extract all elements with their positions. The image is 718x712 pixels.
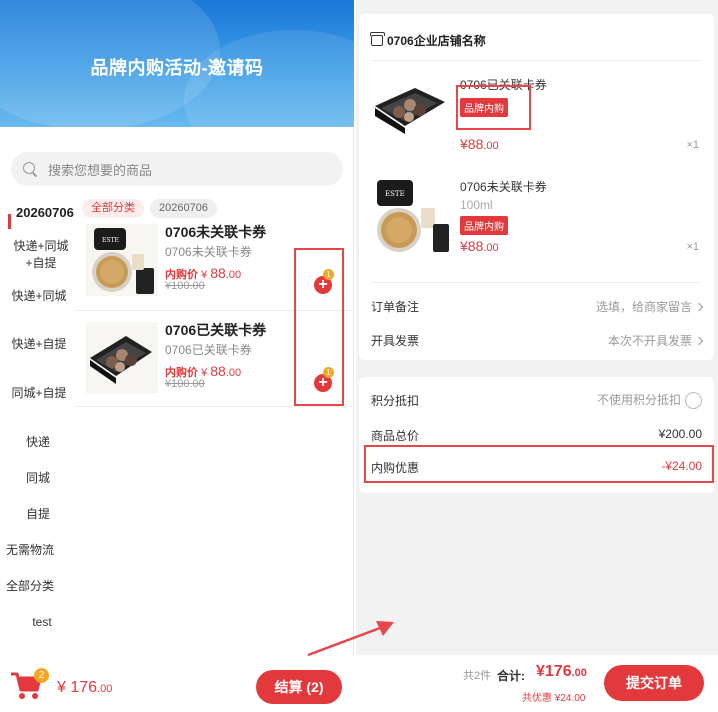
total-label: 商品总价	[371, 429, 420, 443]
category-item-all[interactable]: 全部分类	[0, 578, 68, 595]
search-input[interactable]: 搜索您想要的商品	[11, 152, 343, 186]
category-sidebar: 20260706 快递+同城+自提 快递+同城 快递+自提 同城+自提 快递 同…	[0, 194, 76, 656]
banner-title: 品牌内购活动-邀请码	[90, 58, 264, 78]
submit-order-button[interactable]: 提交订单	[604, 665, 704, 701]
total-row: 商品总价 ¥200.00	[371, 427, 702, 444]
category-item-city-pickup[interactable]: 同城+自提	[8, 385, 70, 402]
price-integer: ¥88	[460, 136, 484, 152]
divider	[371, 60, 702, 61]
category-item-test[interactable]: test	[4, 614, 80, 631]
cart-total: ¥ 176.00	[57, 679, 112, 697]
cushion-compact-image: ESTE	[86, 224, 158, 296]
discount-highlight	[364, 445, 714, 483]
cart-count-badge: 1	[323, 269, 334, 280]
invoice-row[interactable]: 开具发票 本次不开具发票	[371, 332, 704, 349]
eyeshadow-palette-image	[86, 322, 158, 394]
price-decimal: .00	[225, 269, 242, 281]
order-note-input[interactable]: 选填，给商家留言	[596, 300, 692, 314]
chip-20260706[interactable]: 20260706	[150, 199, 217, 218]
checkout-button[interactable]: 结算 (2)	[256, 670, 342, 704]
original-price: ¥100.00	[165, 378, 205, 390]
sum-decimal: .00	[571, 667, 587, 679]
cart-total-integer: ¥ 176	[57, 679, 98, 696]
chip-all-categories[interactable]: 全部分类	[82, 199, 144, 218]
product-subtitle: 0706未关联卡券	[165, 245, 252, 259]
shop-name: 0706企业店铺名称	[387, 34, 486, 48]
category-item-express[interactable]: 快递	[0, 434, 76, 451]
order-item-quantity: ×1	[686, 139, 699, 151]
tag-highlight	[456, 85, 531, 130]
divider	[371, 282, 702, 283]
chevron-right-icon	[694, 336, 704, 346]
cart-items-badge: 2	[34, 668, 49, 683]
category-item-20260706[interactable]: 20260706	[0, 204, 76, 229]
shop-icon	[370, 32, 385, 46]
search-placeholder: 搜索您想要的商品	[48, 162, 153, 178]
product-name: 0706未关联卡券	[165, 224, 267, 240]
order-items-card: 0706企业店铺名称 0706已关联卡券 品牌内购 ¥88.00 ×1 ESTE…	[359, 14, 714, 360]
order-note-row[interactable]: 订单备注 选填，给商家留言	[371, 298, 704, 315]
order-note-label: 订单备注	[371, 300, 420, 314]
product-name: 0706已关联卡券	[165, 322, 267, 338]
price-integer: 88	[210, 363, 226, 379]
order-item-name: 0706未关联卡券	[460, 180, 547, 194]
category-item-pickup[interactable]: 自提	[0, 506, 76, 523]
cart-total-decimal: .00	[97, 683, 113, 695]
original-price: ¥100.00	[165, 280, 205, 292]
sum-label: 合计:	[497, 669, 525, 683]
svg-text:ESTE: ESTE	[385, 190, 405, 198]
divider	[76, 406, 354, 407]
price-integer: ¥88	[460, 238, 484, 254]
order-item-price: ¥88.00	[460, 136, 499, 152]
shop-header[interactable]: 0706企业店铺名称	[370, 32, 486, 49]
sub-category-chips: 全部分类 20260706	[82, 199, 217, 218]
price-decimal: .00	[483, 140, 499, 152]
order-confirm-panel: 0706企业店铺名称 0706已关联卡券 品牌内购 ¥88.00 ×1 ESTE…	[356, 0, 718, 712]
svg-text:ESTE: ESTE	[102, 237, 119, 244]
cart-count-badge: 1	[323, 367, 334, 378]
sum-value: ¥176.00	[536, 663, 587, 681]
cushion-compact-image: ESTE	[371, 178, 451, 258]
order-item-price: ¥88.00	[460, 238, 499, 254]
sum-integer: ¥176	[536, 663, 572, 680]
item-count: 共2件	[463, 670, 492, 682]
search-icon	[23, 161, 38, 177]
chevron-right-icon	[694, 302, 704, 312]
price-integer: 88	[210, 265, 226, 281]
activity-banner: 品牌内购活动-邀请码	[0, 0, 354, 127]
order-item-quantity: ×1	[686, 241, 699, 253]
submit-bar: 共2件 合计: ¥176.00 共优惠 ¥24.00 提交订单	[356, 655, 718, 712]
price-decimal: .00	[225, 367, 242, 379]
total-value: ¥200.00	[658, 427, 702, 441]
category-item-express-city-pickup[interactable]: 快递+同城+自提	[8, 238, 74, 272]
points-radio[interactable]	[685, 392, 702, 410]
price-decimal: .00	[483, 242, 499, 254]
points-label: 积分抵扣	[371, 393, 420, 408]
eyeshadow-palette-image	[371, 76, 451, 156]
saved-amount: 共优惠 ¥24.00	[522, 693, 586, 704]
points-value: 不使用积分抵扣	[596, 393, 681, 407]
category-item-express-city[interactable]: 快递+同城	[8, 288, 70, 305]
order-item-spec: 100ml	[460, 198, 493, 212]
left-panel: 品牌内购活动-邀请码 搜索您想要的商品 20260706 快递+同城+自提 快递…	[0, 0, 354, 712]
product-subtitle: 0706已关联卡券	[165, 343, 252, 357]
category-item-no-logistics[interactable]: 无需物流	[0, 542, 68, 559]
category-item-express-pickup[interactable]: 快递+自提	[8, 336, 70, 353]
invoice-label: 开具发票	[371, 334, 420, 348]
invoice-value: 本次不开具发票	[607, 334, 692, 348]
points-row[interactable]: 积分抵扣 不使用积分抵扣	[371, 391, 702, 410]
category-item-city[interactable]: 同城	[0, 470, 76, 487]
brand-purchase-tag: 品牌内购	[460, 216, 508, 235]
